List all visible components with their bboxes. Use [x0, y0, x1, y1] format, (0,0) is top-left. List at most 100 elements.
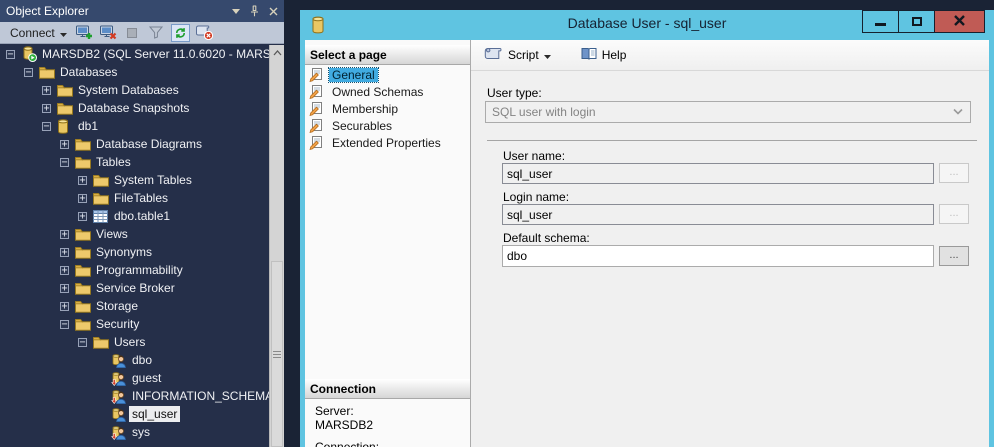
default-schema-field[interactable] [502, 245, 934, 267]
collapse-icon[interactable]: − [24, 68, 33, 77]
tree-item-label: Database Diagrams [93, 136, 205, 152]
page-item[interactable]: Extended Properties [305, 134, 470, 151]
expand-icon[interactable]: + [60, 248, 69, 257]
folder-icon [39, 66, 57, 79]
expand-icon[interactable]: + [60, 284, 69, 293]
close-button[interactable] [934, 10, 985, 33]
pin-icon[interactable] [250, 5, 259, 17]
tree-item[interactable]: + Service Broker [0, 279, 269, 297]
dialog-titlebar[interactable]: Database User - sql_user [300, 10, 994, 40]
folder-icon [75, 282, 93, 295]
server-label: Server: [315, 404, 466, 418]
maximize-icon [912, 17, 922, 26]
page-edit-icon [309, 85, 329, 99]
stop-icon[interactable] [123, 24, 142, 42]
user-disabled-icon [111, 389, 129, 404]
user-name-field[interactable] [502, 163, 934, 184]
expand-icon[interactable]: + [42, 104, 51, 113]
disconnect-icon[interactable] [99, 24, 118, 42]
script-label: Script [508, 48, 539, 62]
folder-icon [75, 300, 93, 313]
tree-item[interactable]: + System Tables [0, 171, 269, 189]
chevron-down-icon[interactable] [952, 108, 964, 116]
tree-item[interactable]: + Views [0, 225, 269, 243]
connect-object-icon[interactable] [75, 24, 94, 42]
script-button[interactable]: Script [481, 45, 554, 66]
window-position-icon[interactable] [232, 9, 240, 14]
page-edit-icon [309, 136, 329, 150]
collapse-icon[interactable]: − [60, 158, 69, 167]
minimize-button[interactable] [862, 10, 899, 33]
expand-icon[interactable]: + [78, 212, 87, 221]
tree-item-label: sql_user [129, 406, 180, 422]
tree-item[interactable]: sql_user [0, 405, 269, 423]
folder-icon [75, 156, 93, 169]
expand-icon[interactable]: + [60, 230, 69, 239]
maximize-button[interactable] [898, 10, 935, 33]
tree-item[interactable]: + Synonyms [0, 243, 269, 261]
expand-icon[interactable]: + [42, 86, 51, 95]
user-type-combobox[interactable]: SQL user with login [485, 101, 971, 123]
filter-icon[interactable] [147, 24, 166, 42]
tree-scrollbar[interactable] [269, 45, 284, 447]
tree-item-label: Tables [93, 154, 134, 170]
tree-item-label: db1 [75, 118, 101, 134]
object-explorer-panel: Object Explorer Connect − MARSDB2 (SQL S… [0, 0, 284, 447]
scroll-up-icon[interactable] [270, 47, 284, 59]
tree-item[interactable]: + System Databases [0, 81, 269, 99]
page-item[interactable]: Owned Schemas [305, 83, 470, 100]
tree-item[interactable]: − db1 [0, 117, 269, 135]
tree-item-label: FileTables [111, 190, 171, 206]
refresh-icon[interactable] [171, 24, 190, 42]
tree-item[interactable]: sys [0, 423, 269, 441]
tree-item[interactable]: − Tables [0, 153, 269, 171]
collapse-icon[interactable]: − [6, 50, 15, 59]
help-button[interactable]: Help [578, 45, 630, 66]
collapse-icon[interactable]: − [78, 338, 87, 347]
close-icon[interactable] [269, 7, 278, 16]
tree-item[interactable]: − Users [0, 333, 269, 351]
script-error-icon[interactable] [195, 24, 214, 42]
expand-icon[interactable]: + [78, 176, 87, 185]
page-edit-icon [309, 68, 329, 82]
help-label: Help [602, 48, 627, 62]
expand-icon[interactable]: + [60, 266, 69, 275]
expand-icon[interactable]: + [60, 140, 69, 149]
tree-item[interactable]: + Database Diagrams [0, 135, 269, 153]
expand-icon[interactable]: + [78, 194, 87, 203]
default-schema-browse-button[interactable]: ... [939, 246, 969, 266]
tree-item[interactable]: + FileTables [0, 189, 269, 207]
user-name-label: User name: [503, 149, 565, 163]
tree-item[interactable]: INFORMATION_SCHEMA [0, 387, 269, 405]
database-user-dialog: Database User - sql_user Select a page G… [300, 10, 994, 447]
table-icon [93, 210, 111, 223]
tree-item[interactable]: − Security [0, 315, 269, 333]
connect-label: Connect [10, 26, 55, 40]
tree-item-label: Synonyms [93, 244, 155, 260]
user-icon [111, 353, 129, 368]
scrollbar-thumb[interactable] [271, 261, 283, 447]
tree-item-label: dbo.table1 [111, 208, 173, 224]
tree-item[interactable]: + Database Snapshots [0, 99, 269, 117]
database-icon [57, 119, 75, 134]
tree-item[interactable]: + Storage [0, 297, 269, 315]
tree-item-label: sys [129, 424, 153, 440]
page-item[interactable]: Securables [305, 117, 470, 134]
tree-item[interactable]: guest [0, 369, 269, 387]
tree-item[interactable]: − MARSDB2 (SQL Server 11.0.6020 - MARSD [0, 45, 269, 63]
collapse-icon[interactable]: − [60, 320, 69, 329]
collapse-icon[interactable]: − [42, 122, 51, 131]
user-disabled-icon [111, 371, 129, 386]
page-item[interactable]: Membership [305, 100, 470, 117]
object-explorer-tree: − MARSDB2 (SQL Server 11.0.6020 - MARSD … [0, 45, 269, 447]
tree-item[interactable]: + Programmability [0, 261, 269, 279]
connect-button[interactable]: Connect [7, 25, 70, 41]
page-item[interactable]: General [305, 66, 470, 83]
tree-item[interactable]: − Databases [0, 63, 269, 81]
tree-item[interactable]: dbo [0, 351, 269, 369]
tree-item[interactable]: + dbo.table1 [0, 207, 269, 225]
help-icon [581, 47, 597, 64]
expand-icon[interactable]: + [60, 302, 69, 311]
login-name-field[interactable] [502, 204, 934, 225]
script-dropdown-icon[interactable] [544, 48, 551, 62]
